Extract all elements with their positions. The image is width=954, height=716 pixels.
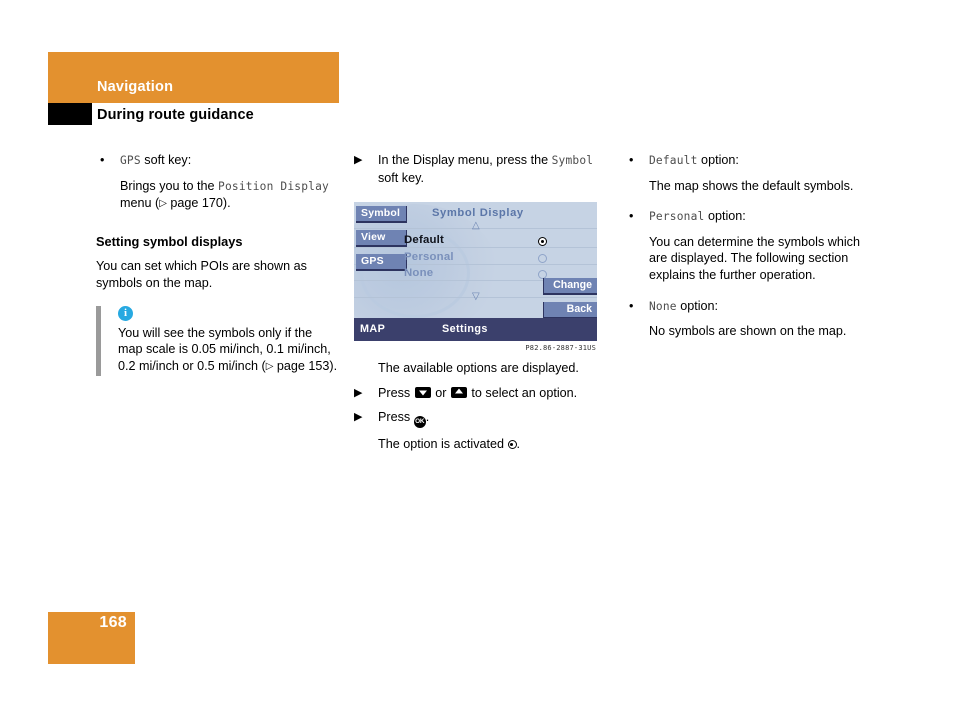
gps-desc-ref: page 170). <box>170 196 231 211</box>
none-option-label: option: <box>676 298 719 313</box>
result2-pre: The option is activated <box>378 437 508 452</box>
default-option-desc: The map shows the default symbols. <box>649 178 854 193</box>
header-black-tab <box>48 103 92 125</box>
screen-mockup: Symbol View GPS Symbol Display △ ▽ Defau… <box>354 202 597 342</box>
step1-post: soft key. <box>378 170 424 185</box>
middle-column: ▶ In the Display menu, press the Symbol … <box>354 152 597 453</box>
bullet-dot: • <box>629 209 634 224</box>
subheading-setting-symbol-displays: Setting symbol displays <box>96 233 243 249</box>
ref-triangle-icon: ▷ <box>159 198 167 210</box>
result-option-activated: The option is activated . <box>354 436 597 453</box>
note-box: i You will see the symbols only if the m… <box>96 305 339 377</box>
screen-title: Symbol Display <box>432 207 524 220</box>
step2-pre: Press <box>378 385 414 400</box>
gps-desc-pre: Brings you to the <box>120 178 219 193</box>
result-options-displayed: The available options are displayed. <box>378 361 579 376</box>
option-none[interactable]: None <box>404 267 433 279</box>
step2-mid: or <box>431 385 450 400</box>
section-title: During route guidance <box>97 107 254 123</box>
softkey-symbol[interactable]: Symbol <box>356 206 407 224</box>
bottom-label-settings[interactable]: Settings <box>442 323 488 335</box>
step-arrow-icon: ▶ <box>354 411 363 424</box>
screen-button-back[interactable]: Back <box>543 302 597 320</box>
header-orange-band <box>48 52 339 103</box>
radio-default-selected[interactable] <box>538 237 547 247</box>
none-code: None <box>649 299 677 313</box>
bottom-label-map[interactable]: MAP <box>360 323 385 335</box>
step-arrow-icon: ▶ <box>354 386 363 399</box>
arrow-up-key-icon[interactable] <box>450 386 467 398</box>
screen-bottom-bar: MAP Settings <box>354 318 597 342</box>
softkey-view[interactable]: View <box>356 230 407 248</box>
scroll-up-icon[interactable]: △ <box>472 220 480 231</box>
default-option-label: option: <box>697 153 739 167</box>
step2-post: to select an option. <box>467 385 578 400</box>
position-display-code: Position Display <box>218 179 329 193</box>
none-option-desc: No symbols are shown on the map. <box>649 324 847 339</box>
radio-personal[interactable] <box>538 254 547 264</box>
chapter-title: Navigation <box>97 79 174 95</box>
ok-key-icon[interactable]: OK <box>413 416 426 429</box>
ref-triangle-icon: ▷ <box>265 360 274 372</box>
step-select-option: ▶ Press or to select an option. <box>354 385 597 402</box>
step-press-ok: ▶ Press OK. <box>354 409 597 429</box>
figure-caption: P82.86-2887-31US <box>525 344 596 353</box>
bullet-none-option: • None option: <box>625 298 868 316</box>
note-ref: page 153). <box>276 358 338 373</box>
personal-option-desc: You can determine the symbols which are … <box>649 234 860 282</box>
softkey-gps[interactable]: GPS <box>356 254 407 272</box>
symbol-code: Symbol <box>551 154 594 167</box>
step-open-symbol-softkey: ▶ In the Display menu, press the Symbol … <box>354 152 597 186</box>
bullet-personal-option: • Personal option: <box>625 208 868 226</box>
note-text: You will see the symbols only if the map… <box>118 325 339 377</box>
gps-code: GPS <box>120 154 141 167</box>
bullet-dot: • <box>100 153 105 167</box>
option-default[interactable]: Default <box>404 234 444 246</box>
note-side-bar <box>96 305 101 377</box>
info-icon: i <box>118 305 133 321</box>
personal-code: Personal <box>649 210 705 224</box>
step3-post: . <box>425 410 430 425</box>
scroll-down-icon[interactable]: ▽ <box>472 291 480 302</box>
gps-softkey-label: soft key: <box>140 153 192 167</box>
screen-divider <box>354 247 597 249</box>
right-column: • Default option: The map shows the defa… <box>625 152 868 340</box>
gps-description: Brings you to the Position Display menu … <box>96 178 339 214</box>
default-code: Default <box>649 154 698 167</box>
option-personal[interactable]: Personal <box>404 251 454 263</box>
personal-option-label: option: <box>704 209 746 224</box>
step1-pre: In the Display menu, press the <box>378 153 552 167</box>
selected-radio-icon <box>507 440 517 450</box>
manual-page: Navigation During route guidance • GPS s… <box>0 0 954 716</box>
bullet-dot: • <box>629 153 634 167</box>
arrow-down-key-icon[interactable] <box>414 386 431 398</box>
step3-pre: Press <box>378 410 414 425</box>
screen-button-change[interactable]: Change <box>543 278 597 296</box>
left-column: • GPS soft key: Brings you to the Positi… <box>96 152 339 377</box>
gps-desc-post: menu ( <box>120 196 160 211</box>
left-paragraph: You can set which POIs are shown as symb… <box>96 259 307 290</box>
bullet-default-option: • Default option: <box>625 152 868 170</box>
page-number: 168 <box>99 614 127 631</box>
bullet-gps-softkey: • GPS soft key: <box>96 152 339 170</box>
step-arrow-icon: ▶ <box>354 154 363 166</box>
result2-post: . <box>516 437 521 452</box>
bullet-dot: • <box>629 298 634 313</box>
